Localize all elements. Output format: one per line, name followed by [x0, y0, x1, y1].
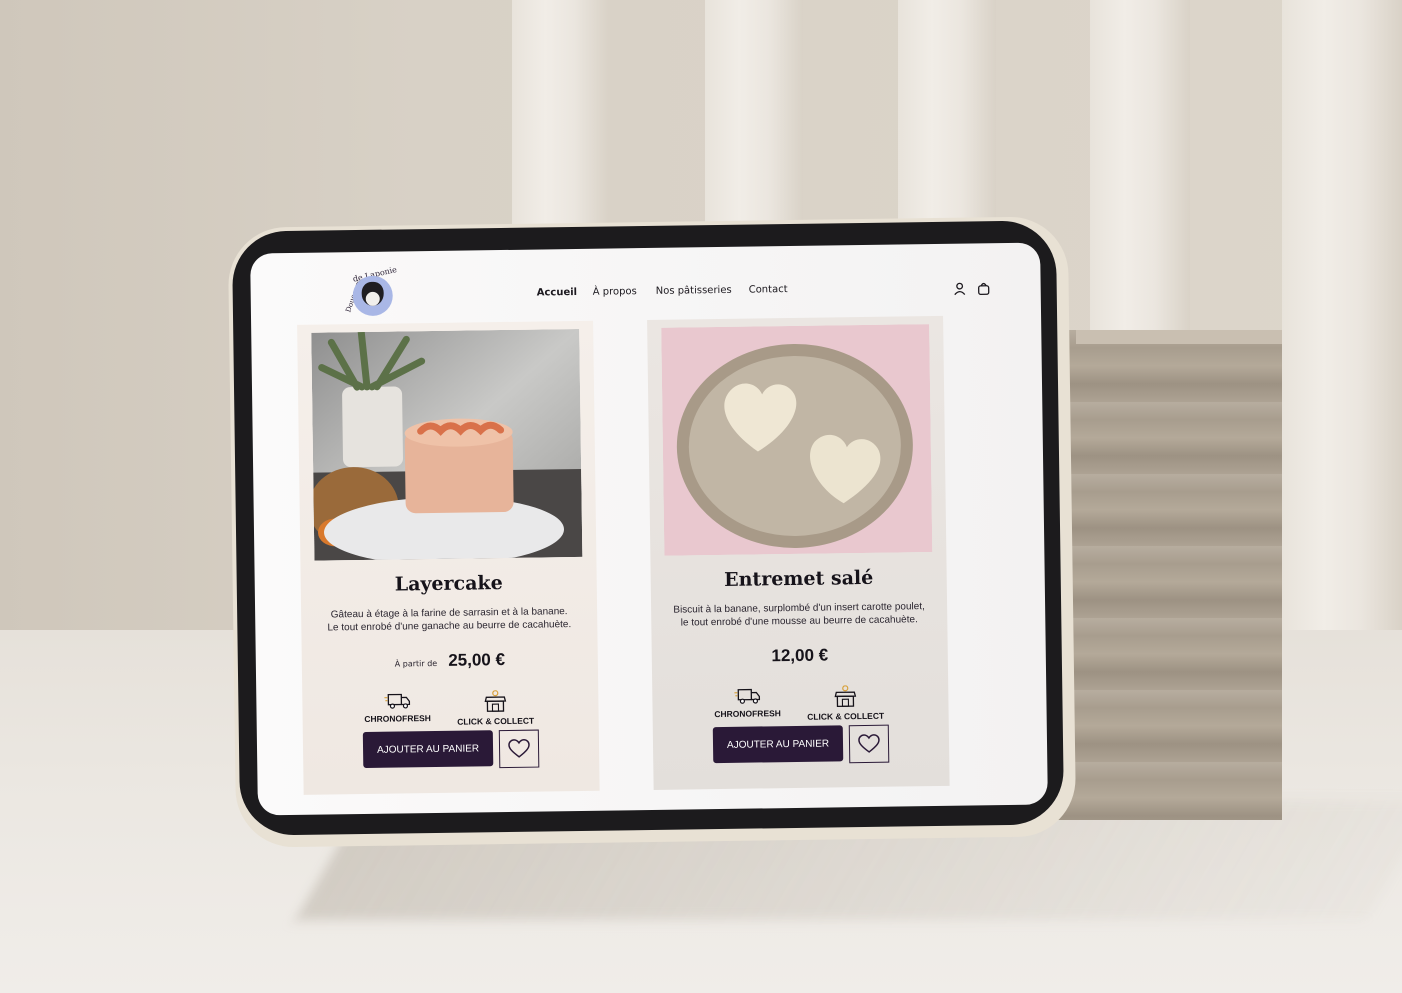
dog-logo-icon [352, 275, 393, 317]
tablet-screen: de Laponie Douceurs Accueil À propos Nos… [250, 242, 1048, 816]
entremet-photo[interactable] [661, 324, 933, 556]
product-title: Layercake [394, 572, 503, 596]
user-icon[interactable] [953, 282, 967, 296]
add-to-cart-button[interactable]: AJOUTER AU PANIER [362, 730, 494, 769]
delivery-truck-icon [734, 688, 761, 704]
product-price: 12,00 € [771, 645, 829, 666]
price-row: À partir de 25,00 € [302, 649, 598, 673]
wooden-block [1040, 330, 1282, 820]
add-to-cart-button[interactable]: AJOUTER AU PANIER [712, 725, 844, 764]
site-logo[interactable]: de Laponie Douceurs [338, 263, 399, 318]
click-collect-feature: CLICK & COLLECT [450, 690, 540, 727]
product-title: Entremet salé [724, 566, 874, 591]
delivery-truck-icon [384, 693, 411, 709]
store-icon [834, 685, 857, 708]
chronofresh-feature: CHRONOFRESH [702, 686, 792, 719]
price-prefix: À partir de [394, 658, 438, 669]
nav-item-accueil[interactable]: Accueil [537, 287, 578, 299]
click-collect-feature: CLICK & COLLECT [800, 685, 890, 722]
product-card: Entremet salé Biscuit à la banane, surpl… [647, 315, 950, 790]
heart-icon [508, 739, 530, 758]
wooden-block-top [1076, 330, 1282, 344]
background-pillar [1282, 0, 1402, 640]
favorite-button[interactable] [848, 724, 890, 764]
chronofresh-feature: CHRONOFRESH [352, 691, 442, 724]
layercake-photo[interactable] [311, 328, 583, 561]
nav-item-nos-patisseries[interactable]: Nos pâtisseries [656, 285, 732, 297]
product-price: 25,00 € [448, 650, 506, 670]
nav-item-contact[interactable]: Contact [749, 284, 788, 296]
product-card: Layercake Gâteau à étage à la farine de … [297, 320, 600, 795]
heart-icon [858, 734, 880, 753]
favorite-button[interactable] [498, 729, 540, 769]
nav-item-a-propos[interactable]: À propos [593, 286, 637, 298]
price-row: 12,00 € [652, 644, 948, 668]
product-description: Biscuit à la banane, surplombé d'un inse… [673, 601, 925, 629]
bag-icon[interactable] [977, 281, 991, 295]
product-description: Gâteau à étage à la farine de sarrasin e… [327, 606, 572, 634]
store-icon [484, 690, 507, 712]
